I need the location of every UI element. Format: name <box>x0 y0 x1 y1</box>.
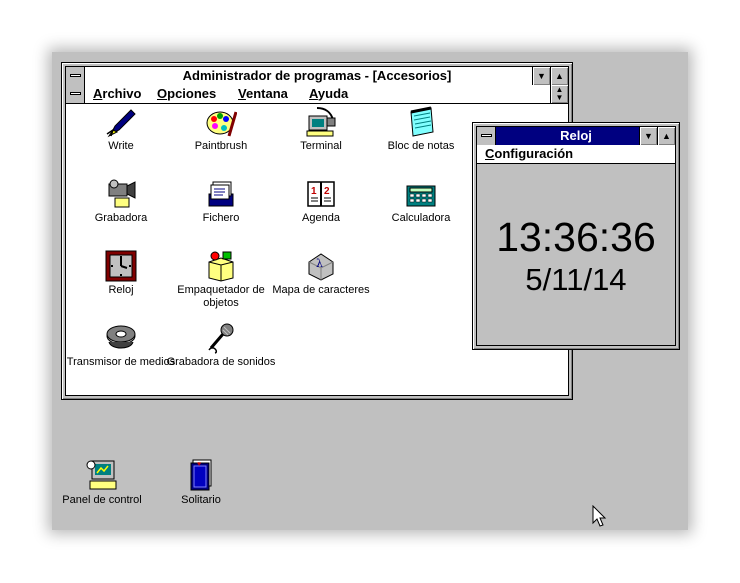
program-item-label: Paintbrush <box>194 140 248 152</box>
desktop-icon-solitario[interactable]: ♥ Solitario <box>151 459 251 506</box>
clock-menu-bar: Configuración <box>476 145 676 164</box>
program-item-grabadora[interactable]: Grabadora <box>66 178 176 225</box>
program-item-label: Write <box>108 140 134 152</box>
program-item-label: Fichero <box>202 212 240 224</box>
program-manager-titlebar[interactable]: Administrador de programas - [Accesorios… <box>65 66 569 86</box>
solitaire-icon: ♥ <box>190 459 212 491</box>
paintbrush-icon <box>206 111 237 137</box>
calendar-icon: 1 2 <box>307 181 335 207</box>
mouse-cursor <box>592 505 607 527</box>
program-item-label: Agenda <box>302 212 340 224</box>
menu-ventana[interactable]: Ventana <box>238 85 288 103</box>
control-panel-icon <box>86 460 117 490</box>
program-item-transmisor-de-medios[interactable]: Transmisor de medios <box>66 322 176 369</box>
clock-titlebar[interactable]: Reloj ▼ ▲ <box>476 126 676 146</box>
svg-text:♥: ♥ <box>197 461 201 468</box>
write-icon <box>106 109 136 138</box>
program-item-label: Grabadora de sonidos <box>166 356 276 368</box>
program-item-bloc-de-notas[interactable]: Bloc de notas <box>366 106 476 153</box>
svg-text:2: 2 <box>324 186 330 197</box>
clock-system-menu-button[interactable] <box>477 127 496 145</box>
clock-minimize-button[interactable]: ▼ <box>639 127 657 145</box>
menu-configuracion[interactable]: Configuración <box>485 145 573 163</box>
maximize-button[interactable]: ▲ <box>550 67 568 85</box>
notepad-icon <box>410 106 434 137</box>
menu-bar: Archivo Opciones Ventana Ayuda ▲ ▼ <box>65 85 569 104</box>
desktop: Administrador de programas - [Accesorios… <box>52 52 688 530</box>
minimize-button[interactable]: ▼ <box>532 67 550 85</box>
terminal-icon <box>306 107 336 137</box>
clock-time: 13:36:36 <box>496 214 656 260</box>
packager-icon <box>208 251 234 282</box>
clock-title: Reloj <box>560 128 592 143</box>
clock-window: Reloj ▼ ▲ Configuración 13:36:36 5/11/14 <box>472 122 680 350</box>
program-item-paintbrush[interactable]: Paintbrush <box>166 106 276 153</box>
cardfile-icon <box>208 181 234 207</box>
program-item-write[interactable]: Write <box>66 106 176 153</box>
calculator-icon <box>406 185 436 207</box>
program-item-empaquetador[interactable]: Empaquetador de objetos <box>166 250 276 310</box>
program-item-terminal[interactable]: Terminal <box>266 106 376 153</box>
recorder-icon <box>108 179 136 208</box>
program-item-fichero[interactable]: Fichero <box>166 178 276 225</box>
window-title: Administrador de programas - [Accesorios… <box>182 68 452 83</box>
program-item-label: Terminal <box>300 140 342 152</box>
desktop-icon-panel-de-control[interactable]: Panel de control <box>52 459 152 506</box>
menu-opciones[interactable]: Opciones <box>157 85 216 103</box>
clock-face: 13:36:36 5/11/14 <box>476 164 676 346</box>
system-menu-button[interactable] <box>66 67 85 85</box>
program-item-reloj[interactable]: Reloj <box>66 250 176 297</box>
media-player-icon <box>106 325 136 349</box>
program-item-label: Transmisor de medios <box>66 356 176 368</box>
restore-button[interactable]: ▲ ▼ <box>550 85 568 103</box>
program-item-label: Empaquetador de objetos <box>177 284 265 309</box>
program-item-calculadora[interactable]: Calculadora <box>366 178 476 225</box>
program-item-grabadora-de-sonidos[interactable]: Grabadora de sonidos <box>166 322 276 369</box>
program-item-agenda[interactable]: 1 2 Agenda <box>266 178 376 225</box>
desktop-icon-label: Panel de control <box>62 494 142 506</box>
group-system-menu-button[interactable] <box>66 85 85 103</box>
program-item-label: Mapa de caracteres <box>272 284 370 296</box>
clock-maximize-button[interactable]: ▲ <box>657 127 675 145</box>
program-item-label: Bloc de notas <box>387 140 455 152</box>
program-item-label: Calculadora <box>391 212 451 224</box>
clock-date: 5/11/14 <box>525 262 627 297</box>
program-item-label: Grabadora <box>94 212 148 224</box>
svg-text:1: 1 <box>311 186 317 197</box>
program-item-label: Reloj <box>108 284 134 296</box>
program-item-mapa-de-caracteres[interactable]: λ Mapa de caracteres <box>266 250 376 297</box>
svg-text:λ: λ <box>316 257 323 270</box>
clock-icon <box>105 250 137 282</box>
menu-ayuda[interactable]: Ayuda <box>309 85 348 103</box>
sound-recorder-icon <box>208 323 234 354</box>
menu-archivo[interactable]: Archivo <box>93 85 141 103</box>
desktop-icon-label: Solitario <box>181 494 221 506</box>
charmap-icon: λ <box>308 253 334 281</box>
